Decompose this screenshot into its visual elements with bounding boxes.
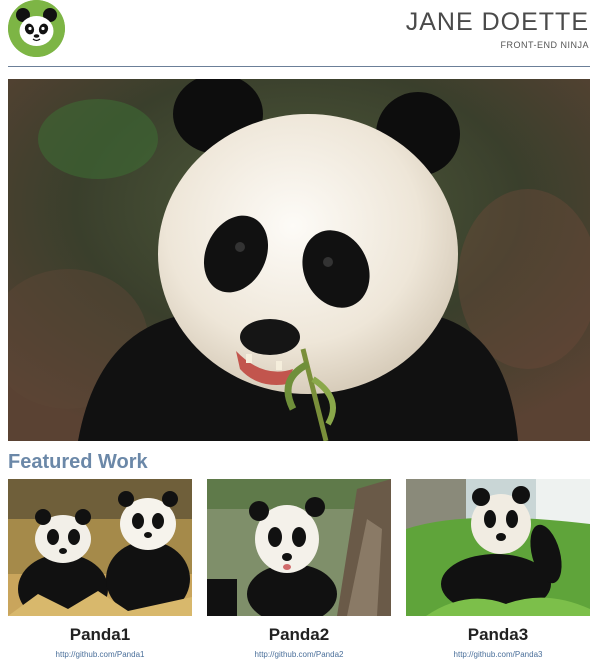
site-subtitle: FRONT-END NINJA	[500, 40, 589, 50]
project-link[interactable]: http://github.com/Panda3	[406, 650, 590, 659]
project-thumbnail[interactable]	[8, 479, 192, 616]
project-link[interactable]: http://github.com/Panda2	[207, 650, 391, 659]
project-card: Panda1 http://github.com/Panda1	[8, 479, 192, 659]
project-card: Panda3 http://github.com/Panda3	[406, 479, 590, 659]
project-thumbnail[interactable]	[406, 479, 590, 616]
project-thumbnail[interactable]	[207, 479, 391, 616]
featured-work-heading: Featured Work	[8, 451, 148, 473]
project-title: Panda1	[69, 625, 131, 644]
header-divider	[8, 66, 590, 67]
two-pandas-picture	[8, 479, 192, 616]
project-link[interactable]: http://github.com/Panda1	[8, 650, 192, 659]
project-title: Panda2	[268, 625, 330, 644]
panda-on-log-picture	[207, 479, 391, 616]
panda-on-grass-picture	[406, 479, 590, 616]
site-name: JANE DOETTE	[405, 8, 589, 36]
hero-image	[8, 79, 590, 441]
project-card: Panda2 http://github.com/Panda2	[207, 479, 391, 659]
panda-logo[interactable]	[8, 0, 65, 57]
panda-logo-icon	[8, 0, 65, 57]
project-title: Panda3	[467, 625, 529, 644]
hero-panda-picture	[8, 79, 590, 441]
site-header: JANE DOETTE FRONT-END NINJA	[0, 0, 600, 70]
